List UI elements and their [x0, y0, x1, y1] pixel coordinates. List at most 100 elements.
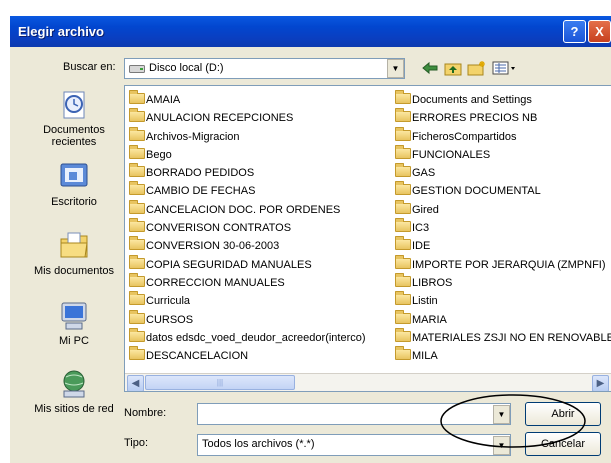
- folder-icon: [395, 291, 411, 306]
- filetype-value: Todos los archivos (*.*): [202, 438, 315, 450]
- view-menu-icon: [492, 61, 515, 75]
- folder-item[interactable]: GAS: [395, 163, 611, 182]
- chevron-down-icon: ▼: [391, 64, 400, 73]
- close-button[interactable]: X: [588, 20, 611, 43]
- file-list-column-1: AMAIA ANULACION RECEPCIONES Archivos-Migra…: [129, 90, 366, 365]
- folder-icon: [129, 236, 145, 251]
- place-label: Mis documentos: [33, 265, 115, 277]
- folder-item[interactable]: Bego: [129, 144, 366, 164]
- view-menu-button[interactable]: [492, 60, 518, 79]
- folder-icon: [395, 346, 411, 361]
- back-button[interactable]: [421, 60, 439, 79]
- place-my-documents[interactable]: Mis documentos: [26, 229, 122, 277]
- scroll-left-button[interactable]: ◀: [127, 375, 144, 391]
- file-list[interactable]: AMAIA ANULACION RECEPCIONES Archivos-Migra…: [124, 85, 611, 392]
- place-label: Documentos recientes: [43, 124, 105, 148]
- folder-name: Curricula: [146, 295, 191, 308]
- folder-item[interactable]: GESTION DOCUMENTAL: [395, 181, 611, 200]
- folder-icon: [129, 291, 145, 306]
- lookin-dropdown-button[interactable]: ▼: [387, 59, 404, 78]
- folder-item[interactable]: FUNCIONALES: [395, 144, 611, 164]
- folder-icon: [395, 309, 411, 324]
- folder-icon: [129, 90, 145, 104]
- folder-item[interactable]: ANULACION RECEPCIONES: [129, 108, 366, 127]
- folder-item[interactable]: CAMBIO DE FECHAS: [129, 181, 366, 200]
- folder-name: MARIA: [412, 313, 447, 326]
- folder-icon: [395, 327, 411, 342]
- folder-name: Archivos-Migracion: [146, 130, 240, 143]
- folder-item[interactable]: CONVERISON CONTRATOS: [129, 218, 366, 237]
- folder-item[interactable]: IDE: [395, 236, 611, 255]
- folder-item[interactable]: datos edsdc_voed_deudor_acreedor(interco…: [129, 327, 366, 347]
- dialog-title: Elegir archivo: [18, 24, 104, 39]
- folder-icon: [395, 272, 411, 287]
- folder-icon: [395, 126, 411, 141]
- place-desktop[interactable]: Escritorio: [26, 160, 122, 208]
- folder-item[interactable]: LIBROS: [395, 272, 611, 292]
- folder-icon: [129, 199, 145, 214]
- folder-item[interactable]: AMAIA: [129, 90, 366, 109]
- folder-item[interactable]: CONVERSION 30-06-2003: [129, 236, 366, 255]
- folder-icon: [129, 327, 145, 342]
- folder-item[interactable]: Curricula: [129, 291, 366, 310]
- folder-item[interactable]: IC3: [395, 218, 611, 237]
- folder-item[interactable]: MATERIALES ZSJI NO EN RENOVABLES: [395, 327, 611, 347]
- folder-item[interactable]: CORRECCION MANUALES: [129, 272, 366, 292]
- folder-name: IDE: [412, 240, 431, 253]
- folder-item[interactable]: Archivos-Migracion: [129, 126, 366, 146]
- new-folder-button[interactable]: [467, 60, 487, 79]
- place-my-computer[interactable]: Mi PC: [26, 299, 122, 347]
- folder-icon: [395, 254, 411, 269]
- folder-item[interactable]: Documents and Settings: [395, 90, 611, 109]
- folder-name: DESCANCELACION: [146, 350, 249, 363]
- folder-item[interactable]: MARIA: [395, 309, 611, 329]
- folder-icon: [129, 144, 145, 159]
- horizontal-scrollbar[interactable]: ◀ ||| ▶: [125, 373, 611, 391]
- back-arrow-icon: [422, 61, 438, 75]
- desktop-icon: [60, 163, 88, 187]
- folder-item[interactable]: DESCANCELACION: [129, 346, 366, 365]
- lookin-combo[interactable]: Disco local (D:) ▼: [124, 58, 405, 79]
- folder-icon: [395, 236, 411, 251]
- up-folder-button[interactable]: [444, 60, 462, 79]
- place-recent-documents[interactable]: Documentos recientes: [26, 88, 122, 148]
- folder-item[interactable]: CURSOS: [129, 309, 366, 329]
- place-label: Escritorio: [51, 196, 97, 208]
- folder-icon: [395, 199, 411, 214]
- folder-icon: [129, 181, 145, 196]
- folder-item[interactable]: ERRORES PRECIOS NB: [395, 108, 611, 127]
- scrollbar-thumb[interactable]: |||: [145, 375, 295, 390]
- folder-item[interactable]: FicherosCompartidos: [395, 126, 611, 146]
- folder-item[interactable]: Listin: [395, 291, 611, 310]
- my-documents-icon: [60, 232, 88, 258]
- close-icon: X: [595, 24, 604, 39]
- folder-item[interactable]: Gired: [395, 199, 611, 219]
- folder-item[interactable]: MILA: [395, 346, 611, 365]
- drive-icon: [129, 65, 145, 73]
- folder-icon: [129, 272, 145, 287]
- folder-item[interactable]: BORRADO PEDIDOS: [129, 163, 366, 182]
- scroll-right-button[interactable]: ▶: [592, 375, 609, 391]
- folder-name: Documents and Settings: [412, 94, 532, 106]
- folder-name: IMPORTE POR JERARQUIA (ZMPNFI): [412, 258, 606, 271]
- folder-name: LIBROS: [412, 276, 453, 289]
- folder-item[interactable]: IMPORTE POR JERARQUIA (ZMPNFI): [395, 254, 611, 274]
- places-bar: Documentos recientes Escritorio Mis docu…: [26, 72, 122, 422]
- folder-name: CORRECCION MANUALES: [146, 276, 285, 289]
- folder-icon: [129, 126, 145, 141]
- help-button[interactable]: ?: [563, 20, 586, 43]
- filename-label: Nombre:: [124, 407, 167, 419]
- folder-name: CONVERISON CONTRATOS: [146, 222, 292, 235]
- place-network[interactable]: Mis sitios de red: [26, 367, 122, 415]
- grip-icon: |||: [216, 378, 224, 387]
- folder-name: Gired: [412, 203, 439, 216]
- open-file-dialog: Elegir archivo ? X Buscar en: Disco loca…: [10, 16, 611, 463]
- folder-name: COPIA SEGURIDAD MANUALES: [146, 258, 312, 271]
- folder-item[interactable]: COPIA SEGURIDAD MANUALES: [129, 254, 366, 274]
- lookin-value: Disco local (D:): [149, 62, 224, 74]
- title-bar[interactable]: Elegir archivo ? X: [10, 16, 611, 47]
- folder-item[interactable]: CANCELACION DOC. POR ORDENES: [129, 199, 366, 219]
- folder-name: GESTION DOCUMENTAL: [412, 185, 541, 198]
- up-folder-icon: [444, 63, 462, 76]
- my-computer-icon: [61, 302, 87, 330]
